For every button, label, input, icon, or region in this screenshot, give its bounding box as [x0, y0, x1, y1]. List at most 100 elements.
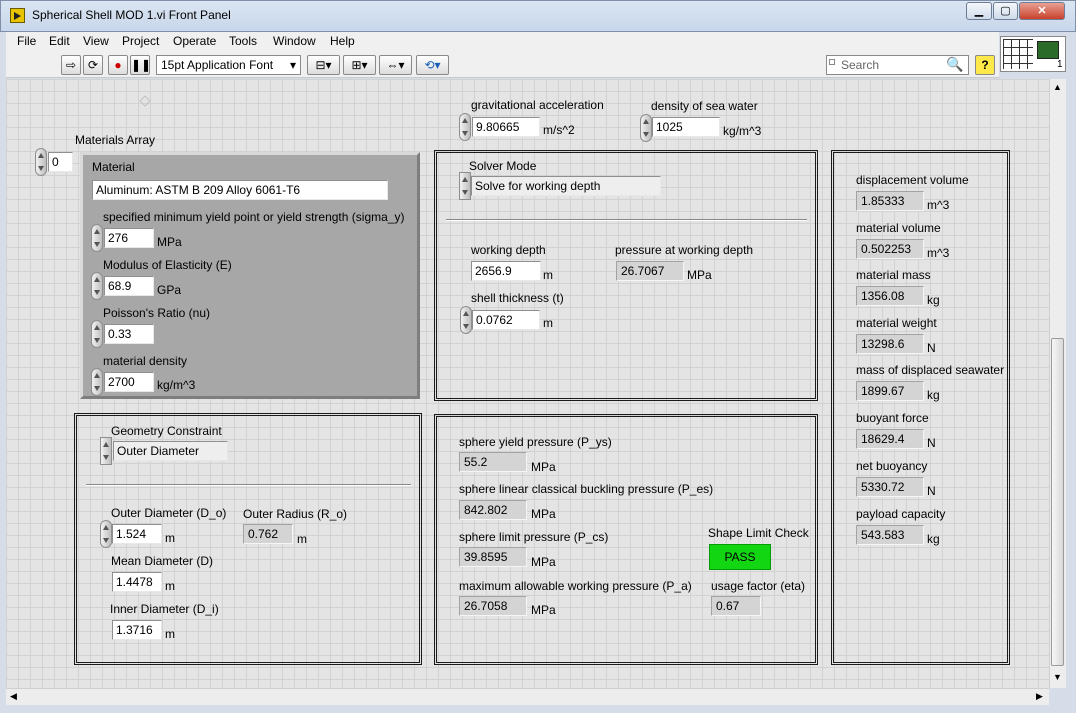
- array-index-input[interactable]: 0: [48, 152, 73, 172]
- pause-icon[interactable]: ❚❚: [130, 55, 151, 75]
- minimize-button[interactable]: ▁: [966, 2, 992, 20]
- horizontal-scrollbar[interactable]: [6, 688, 1049, 705]
- density-increment-icon[interactable]: [91, 368, 103, 396]
- yield-increment-icon[interactable]: [91, 224, 103, 252]
- solver-mode-label: Solver Mode: [469, 159, 537, 173]
- menu-edit[interactable]: Edit: [49, 34, 70, 48]
- outer-diameter-input[interactable]: 1.524: [112, 524, 162, 544]
- menu-tools[interactable]: Tools: [229, 34, 257, 48]
- modulus-label: Modulus of Elasticity (E): [103, 258, 232, 272]
- poisson-input[interactable]: 0.33: [104, 324, 154, 344]
- yield-pressure-unit: MPa: [531, 460, 556, 474]
- inner-diameter-unit: m: [165, 627, 175, 641]
- yield-strength-input[interactable]: 276: [104, 228, 154, 248]
- working-depth-input[interactable]: 2656.9: [471, 261, 541, 281]
- result-unit: m^3: [927, 198, 950, 212]
- gravity-increment-icon[interactable]: [459, 113, 471, 141]
- font-selector[interactable]: 15pt Application Font ▾: [156, 55, 301, 75]
- shell-thickness-label: shell thickness (t): [471, 291, 564, 305]
- connector-pane-icon[interactable]: 1: [1000, 36, 1066, 72]
- status-bar: [0, 705, 1076, 713]
- reorder-icon[interactable]: ⟲▾: [416, 55, 449, 75]
- window-title: Spherical Shell MOD 1.vi Front Panel: [32, 8, 231, 22]
- mean-diameter-unit: m: [165, 579, 175, 593]
- maximize-button[interactable]: ▢: [993, 2, 1018, 20]
- geometry-constraint-selector[interactable]: Outer Diameter: [113, 441, 228, 461]
- seawater-increment-icon[interactable]: [640, 114, 652, 142]
- pressure-working-depth-label: pressure at working depth: [615, 243, 754, 257]
- run-continuously-icon[interactable]: ⟳: [83, 55, 103, 75]
- outer-diameter-unit: m: [165, 531, 175, 545]
- limit-pressure-label: sphere limit pressure (P_cs): [459, 530, 609, 544]
- shape-limit-check-indicator: PASS: [709, 544, 771, 570]
- outer-diameter-increment-icon[interactable]: [100, 520, 112, 548]
- connector-grid-icon: [1003, 39, 1033, 69]
- pressure-working-depth-unit: MPa: [687, 268, 712, 282]
- vertical-scroll-thumb[interactable]: [1051, 338, 1064, 666]
- menu-help[interactable]: Help: [330, 34, 355, 48]
- result-label: net buoyancy: [856, 459, 928, 473]
- geometry-ring-arrows-icon[interactable]: [100, 437, 112, 465]
- menu-view[interactable]: View: [83, 34, 109, 48]
- modulus-increment-icon[interactable]: [91, 272, 103, 300]
- inner-diameter-label: Inner Diameter (D_i): [110, 602, 219, 616]
- result-value: 1.85333: [856, 191, 924, 211]
- result-unit: N: [927, 484, 936, 498]
- buckling-pressure-label: sphere linear classical buckling pressur…: [459, 482, 714, 496]
- menu-project[interactable]: Project: [122, 34, 159, 48]
- poisson-increment-icon[interactable]: [91, 320, 103, 348]
- scroll-down-icon[interactable]: ▼: [1053, 672, 1062, 682]
- array-index-increment-icon[interactable]: [35, 148, 47, 176]
- result-value: 18629.4: [856, 429, 924, 449]
- search-scope-icon: [829, 59, 835, 65]
- context-help-button[interactable]: ?: [975, 55, 995, 75]
- scroll-left-icon[interactable]: ◀: [10, 691, 17, 702]
- resize-objects-icon[interactable]: ⇔▾: [379, 55, 412, 75]
- limit-pressure-value: 39.8595: [459, 547, 527, 567]
- limit-pressure-unit: MPa: [531, 555, 556, 569]
- result-value: 543.583: [856, 525, 924, 545]
- menu-file[interactable]: File: [17, 34, 36, 48]
- scroll-up-icon[interactable]: ▲: [1053, 82, 1062, 92]
- poisson-label: Poisson's Ratio (nu): [103, 306, 211, 320]
- menu-operate[interactable]: Operate: [173, 34, 216, 48]
- vi-icon: [1037, 41, 1059, 59]
- buckling-pressure-value: 842.802: [459, 500, 527, 520]
- material-name-input[interactable]: Aluminum: ASTM B 209 Alloy 6061-T6: [92, 180, 388, 200]
- scroll-right-icon[interactable]: ▶: [1036, 691, 1043, 702]
- result-label: mass of displaced seawater: [856, 363, 1005, 377]
- search-icon[interactable]: 🔍: [946, 56, 963, 73]
- labview-vi-icon: [10, 8, 25, 23]
- solver-mode-selector[interactable]: Solve for working depth: [471, 176, 661, 196]
- connector-number: 1: [1057, 59, 1063, 70]
- seawater-density-input[interactable]: 1025: [652, 117, 720, 137]
- material-cluster-label: Material: [92, 160, 135, 174]
- allowable-pressure-value: 26.7058: [459, 596, 527, 616]
- shell-thickness-unit: m: [543, 316, 553, 330]
- menu-window[interactable]: Window: [273, 34, 316, 48]
- font-selector-label: 15pt Application Font: [161, 58, 274, 72]
- result-label: material volume: [856, 221, 941, 235]
- gravity-label: gravitational acceleration: [471, 98, 604, 112]
- result-unit: N: [927, 341, 936, 355]
- result-value: 0.502253: [856, 239, 924, 259]
- working-depth-label: working depth: [471, 243, 546, 257]
- material-density-label: material density: [103, 354, 188, 368]
- material-density-input[interactable]: 2700: [104, 372, 154, 392]
- shell-thickness-input[interactable]: 0.0762: [472, 310, 540, 330]
- shell-thickness-increment-icon[interactable]: [460, 306, 472, 334]
- abort-icon[interactable]: ●: [108, 55, 128, 75]
- distribute-objects-icon[interactable]: ⊞▾: [343, 55, 376, 75]
- gravity-input[interactable]: 9.80665: [472, 117, 540, 137]
- run-arrow-icon[interactable]: ⇨: [61, 55, 81, 75]
- modulus-input[interactable]: 68.9: [104, 276, 154, 296]
- align-objects-icon[interactable]: ⊟▾: [307, 55, 340, 75]
- usage-factor-label: usage factor (eta): [711, 579, 806, 593]
- outer-radius-unit: m: [297, 532, 307, 546]
- yield-pressure-label: sphere yield pressure (P_ys): [459, 435, 612, 449]
- result-label: buoyant force: [856, 411, 929, 425]
- result-value: 1356.08: [856, 286, 924, 306]
- close-button[interactable]: ✕: [1019, 2, 1065, 20]
- result-label: material mass: [856, 268, 931, 282]
- solver-mode-ring-arrows-icon[interactable]: [459, 172, 471, 200]
